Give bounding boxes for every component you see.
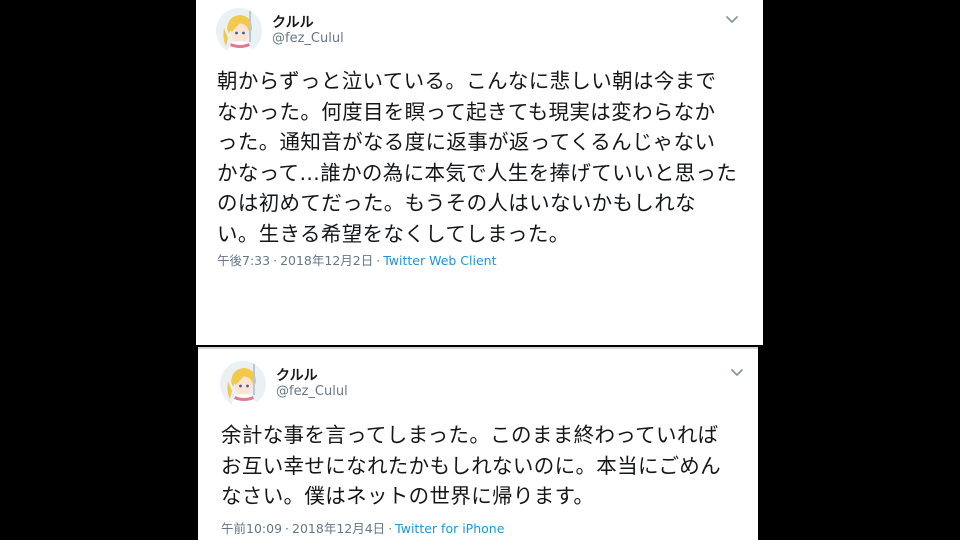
chevron-down-icon — [726, 16, 738, 23]
meta-separator: · — [285, 521, 290, 536]
meta-separator: · — [376, 253, 381, 268]
tweet-time[interactable]: 午後7:33 — [217, 253, 270, 268]
tweet-card: クルル @fez_Culul 朝からずっと泣いている。こんなに悲しい朝は今まで … — [196, 0, 763, 345]
screenshot-stage: クルル @fez_Culul 朝からずっと泣いている。こんなに悲しい朝は今まで … — [0, 0, 960, 540]
tweet-text-line: なかった。何度目を瞑って起きても現実は変わらなか — [217, 99, 716, 124]
tweet-text-line: なさい。僕はネットの世界に帰ります。 — [221, 484, 595, 508]
tweet-date[interactable]: 2018年12月4日 — [292, 521, 385, 536]
tweet-meta: 午前10:09 · 2018年12月4日 · Twitter for iPhone — [221, 518, 504, 537]
tweet-date[interactable]: 2018年12月2日 — [280, 253, 373, 268]
display-name[interactable]: クルル — [276, 365, 318, 385]
anime-character-icon — [220, 361, 266, 407]
tweet-text: 朝からずっと泣いている。こんなに悲しい朝は今まで なかった。何度目を瞑って起きて… — [217, 66, 737, 249]
user-handle[interactable]: @fez_Culul — [276, 384, 348, 399]
tweet-meta: 午後7:33 · 2018年12月2日 · Twitter Web Client — [217, 250, 497, 269]
tweet-client-link[interactable]: Twitter Web Client — [383, 253, 496, 268]
avatar[interactable] — [216, 8, 262, 54]
tweet-time[interactable]: 午前10:09 — [221, 521, 282, 536]
tweet-text-line: い。生きる希望をなくしてしまった。 — [217, 221, 570, 246]
tweet-text-line: お互い幸せになれたかもしれないのに。本当にごめん — [221, 453, 721, 478]
tweet-menu-button[interactable] — [725, 15, 743, 29]
user-handle[interactable]: @fez_Culul — [272, 31, 344, 46]
tweet-card: クルル @fez_Culul 余計な事を言ってしまった。このまま終わっていれば … — [198, 347, 758, 540]
display-name[interactable]: クルル — [272, 12, 314, 32]
tweet-text-line: のは初めてだった。もうその人はいないかもしれな — [217, 191, 696, 215]
chevron-down-icon — [731, 369, 743, 376]
tweet-client-link[interactable]: Twitter for iPhone — [395, 521, 504, 536]
tweet-text: 余計な事を言ってしまった。このまま終わっていれば お互い幸せになれたかもしれない… — [221, 420, 721, 512]
meta-separator: · — [273, 253, 278, 268]
tweet-text-line: った。通知音がなる度に返事が返ってくるんじゃない — [217, 130, 716, 154]
meta-separator: · — [388, 521, 393, 536]
tweet-text-line: かなって…誰かの為に本気で人生を捧げていいと思った — [217, 160, 738, 185]
tweet-menu-button[interactable] — [730, 368, 748, 382]
tweet-text-line: 朝からずっと泣いている。こんなに悲しい朝は今まで — [217, 69, 717, 93]
anime-character-icon — [216, 8, 262, 54]
avatar[interactable] — [220, 361, 266, 407]
tweet-text-line: 余計な事を言ってしまった。このまま終わっていれば — [221, 423, 719, 447]
